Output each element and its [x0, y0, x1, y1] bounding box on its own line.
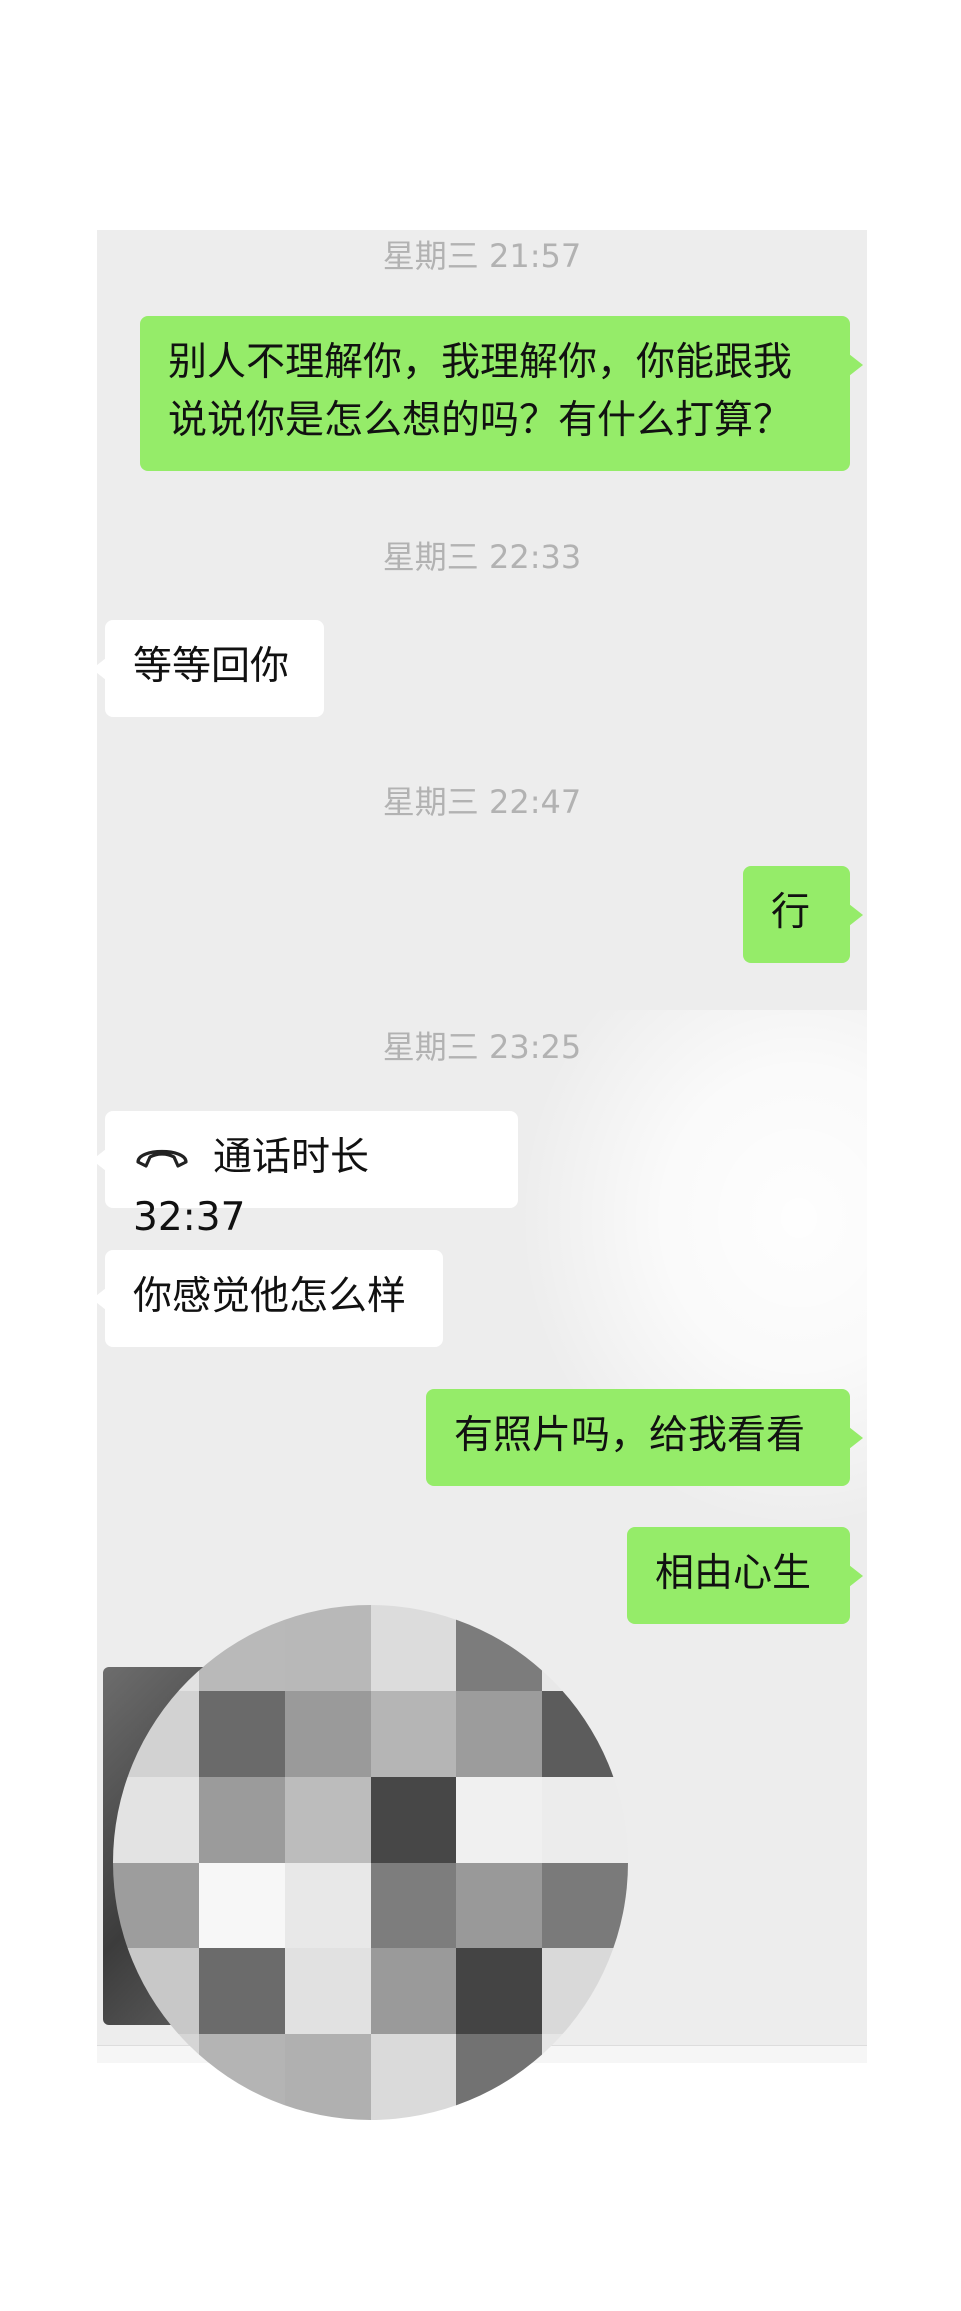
mosaic-cell [456, 1690, 543, 1777]
mosaic-cell [284, 1948, 371, 2035]
timestamp: 星期三 21:57 [382, 237, 582, 275]
mosaic-cell [370, 1690, 457, 1777]
mosaic-cell [456, 2034, 543, 2120]
mosaic-cell [113, 1862, 199, 1949]
privacy-mosaic-overlay [113, 1605, 628, 2120]
mosaic-cell [370, 1948, 457, 2035]
mosaic-cell [198, 1862, 285, 1949]
sent-message-bubble[interactable]: 相由心生 [627, 1527, 863, 1624]
mosaic-cell [542, 1776, 628, 1863]
phone-hangup-icon [133, 1131, 191, 1189]
timestamp: 星期三 22:47 [382, 783, 582, 821]
mosaic-cell [284, 1690, 371, 1777]
mosaic-cell [370, 1862, 457, 1949]
mosaic-cell [198, 1690, 285, 1777]
mosaic-cell [542, 1862, 628, 1949]
voice-call-record-bubble[interactable]: 通话时长 32:37 [97, 1111, 518, 1240]
mosaic-cell [198, 1776, 285, 1863]
sent-message-bubble[interactable]: 行 [743, 866, 863, 963]
mosaic-cell [370, 1776, 457, 1863]
mosaic-cell [370, 1605, 457, 1691]
mosaic-cell [284, 1862, 371, 1949]
mosaic-cell [456, 1948, 543, 2035]
mosaic-cell [198, 1948, 285, 2035]
received-message-bubble[interactable]: 你感觉他怎么样 [97, 1250, 443, 1347]
sent-message-bubble[interactable]: 有照片吗，给我看看 [426, 1389, 863, 1486]
timestamp: 星期三 22:33 [382, 538, 582, 576]
mosaic-cell [284, 1776, 371, 1863]
mosaic-cell [113, 1776, 199, 1863]
received-message-bubble[interactable]: 等等回你 [97, 620, 324, 717]
mosaic-cell [456, 1862, 543, 1949]
mosaic-cell [198, 2034, 285, 2120]
mosaic-cell [456, 1776, 543, 1863]
mosaic-cell [284, 1605, 371, 1691]
mosaic-cell [370, 2034, 457, 2120]
sent-message-bubble[interactable]: 别人不理解你，我理解你，你能跟我说说你是怎么想的吗？有什么打算？ [140, 316, 863, 471]
mosaic-cell [284, 2034, 371, 2120]
timestamp: 星期三 23:25 [382, 1028, 582, 1066]
